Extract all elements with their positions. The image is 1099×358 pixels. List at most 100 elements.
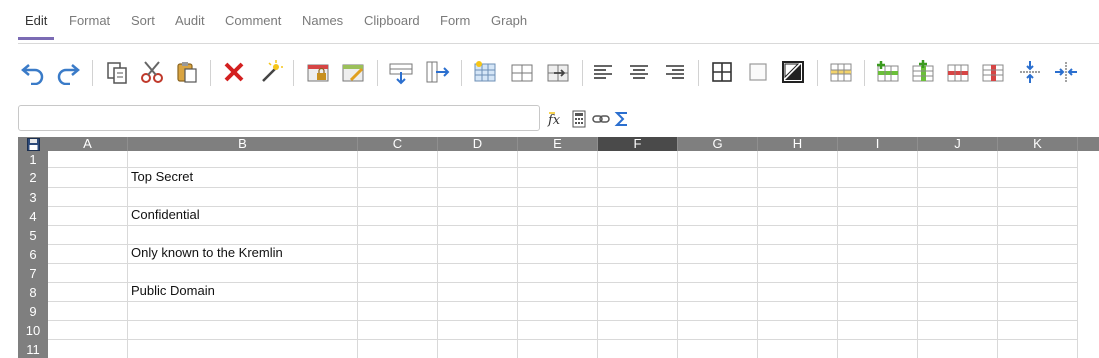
cell-e4[interactable] — [518, 207, 598, 226]
cell-d5[interactable] — [438, 226, 518, 245]
cell-k8[interactable] — [998, 283, 1078, 302]
cell-d7[interactable] — [438, 264, 518, 283]
cell-e8[interactable] — [518, 283, 598, 302]
cell-h2[interactable] — [758, 168, 838, 188]
cell-d9[interactable] — [438, 302, 518, 321]
cell-i4[interactable] — [838, 207, 918, 226]
column-header-d[interactable]: D — [438, 137, 518, 151]
cell-a2[interactable] — [48, 168, 128, 188]
cell-h11[interactable] — [758, 340, 838, 358]
cell-j11[interactable] — [918, 340, 998, 358]
header-row-icon[interactable] — [826, 56, 856, 88]
cell-e1[interactable] — [518, 151, 598, 168]
tab-sort[interactable]: Sort — [124, 12, 162, 38]
add-column-icon[interactable] — [908, 56, 938, 88]
cell-h8[interactable] — [758, 283, 838, 302]
delete-row-icon[interactable] — [943, 56, 973, 88]
cell-k9[interactable] — [998, 302, 1078, 321]
tab-format[interactable]: Format — [62, 12, 117, 38]
cell-c4[interactable] — [358, 207, 438, 226]
cell-b8[interactable]: Public Domain — [128, 283, 358, 302]
cell-e3[interactable] — [518, 188, 598, 207]
cell-a10[interactable] — [48, 321, 128, 340]
cell-k7[interactable] — [998, 264, 1078, 283]
column-header-h[interactable]: H — [758, 137, 838, 151]
cell-e5[interactable] — [518, 226, 598, 245]
cell-j3[interactable] — [918, 188, 998, 207]
cell-b5[interactable] — [128, 226, 358, 245]
tab-audit[interactable]: Audit — [168, 12, 212, 38]
column-header-g[interactable]: G — [678, 137, 758, 151]
align-right-icon[interactable] — [660, 56, 690, 88]
no-fill-icon[interactable] — [743, 56, 773, 88]
row-header-5[interactable]: 5 — [18, 226, 48, 245]
row-header-11[interactable]: 11 — [18, 340, 48, 358]
cell-h7[interactable] — [758, 264, 838, 283]
cell-b3[interactable] — [128, 188, 358, 207]
row-header-8[interactable]: 8 — [18, 283, 48, 302]
cell-e6[interactable] — [518, 245, 598, 264]
cell-d10[interactable] — [438, 321, 518, 340]
cell-g10[interactable] — [678, 321, 758, 340]
cell-g11[interactable] — [678, 340, 758, 358]
cut-icon[interactable] — [137, 56, 167, 88]
cell-g7[interactable] — [678, 264, 758, 283]
tab-clipboard[interactable]: Clipboard — [357, 12, 427, 38]
redo-icon[interactable] — [53, 56, 83, 88]
cell-d3[interactable] — [438, 188, 518, 207]
cell-f8[interactable] — [598, 283, 678, 302]
link-icon[interactable] — [591, 108, 611, 130]
cell-i10[interactable] — [838, 321, 918, 340]
cell-j10[interactable] — [918, 321, 998, 340]
cell-c10[interactable] — [358, 321, 438, 340]
cell-b2[interactable]: Top Secret — [128, 168, 358, 188]
lock-cells-icon[interactable] — [303, 56, 333, 88]
cell-b11[interactable] — [128, 340, 358, 358]
cell-i9[interactable] — [838, 302, 918, 321]
cell-k2[interactable] — [998, 168, 1078, 188]
cell-b1[interactable] — [128, 151, 358, 168]
cell-i7[interactable] — [838, 264, 918, 283]
merge-vertical-icon[interactable] — [1015, 56, 1045, 88]
cell-d1[interactable] — [438, 151, 518, 168]
row-header-7[interactable]: 7 — [18, 264, 48, 283]
cell-g8[interactable] — [678, 283, 758, 302]
cell-i1[interactable] — [838, 151, 918, 168]
cell-c9[interactable] — [358, 302, 438, 321]
cell-b6[interactable]: Only known to the Kremlin — [128, 245, 358, 264]
cell-h10[interactable] — [758, 321, 838, 340]
cell-d11[interactable] — [438, 340, 518, 358]
tab-form[interactable]: Form — [433, 12, 477, 38]
cell-h1[interactable] — [758, 151, 838, 168]
select-table-icon[interactable] — [470, 56, 500, 88]
cell-j8[interactable] — [918, 283, 998, 302]
row-header-10[interactable]: 10 — [18, 321, 48, 340]
delete-icon[interactable] — [219, 56, 249, 88]
cell-h4[interactable] — [758, 207, 838, 226]
copy-icon[interactable] — [102, 56, 132, 88]
tab-edit[interactable]: Edit — [18, 12, 55, 40]
cell-a9[interactable] — [48, 302, 128, 321]
cell-k11[interactable] — [998, 340, 1078, 358]
insert-row-icon[interactable] — [386, 56, 416, 88]
tab-names[interactable]: Names — [295, 12, 350, 38]
cell-a3[interactable] — [48, 188, 128, 207]
move-cells-icon[interactable] — [543, 56, 573, 88]
cell-h9[interactable] — [758, 302, 838, 321]
cell-k3[interactable] — [998, 188, 1078, 207]
cell-d8[interactable] — [438, 283, 518, 302]
cell-g6[interactable] — [678, 245, 758, 264]
cell-k10[interactable] — [998, 321, 1078, 340]
calculator-icon[interactable] — [569, 108, 589, 130]
cell-i8[interactable] — [838, 283, 918, 302]
cell-b9[interactable] — [128, 302, 358, 321]
cell-f5[interactable] — [598, 226, 678, 245]
cell-f2[interactable] — [598, 168, 678, 188]
cell-g5[interactable] — [678, 226, 758, 245]
undo-icon[interactable] — [18, 56, 48, 88]
cell-a8[interactable] — [48, 283, 128, 302]
cell-h6[interactable] — [758, 245, 838, 264]
cell-f10[interactable] — [598, 321, 678, 340]
paste-icon[interactable] — [172, 56, 202, 88]
sum-icon[interactable] — [612, 108, 632, 130]
